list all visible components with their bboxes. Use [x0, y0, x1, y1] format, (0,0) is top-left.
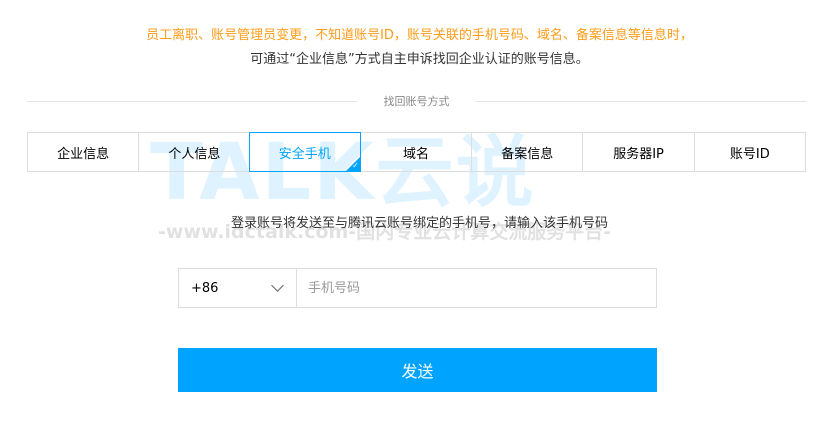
recovery-method-tabs: 企业信息 个人信息 安全手机 ✓ 域名 备案信息 服务器IP 账号ID: [27, 132, 806, 172]
tab-server-ip[interactable]: 服务器IP: [582, 133, 693, 171]
notice-info: 可通过“企业信息”方式自主申诉找回企业认证的账号信息。: [250, 52, 589, 67]
notice-warning: 员工离职、账号管理员变更，不知道账号ID，账号关联的手机号码、域名、备案信息等信…: [146, 28, 693, 43]
chevron-down-icon: [271, 279, 284, 292]
tab-security-phone-label: 安全手机: [278, 146, 331, 162]
tab-filing-info[interactable]: 备案信息: [471, 133, 582, 171]
tab-personal-info[interactable]: 个人信息: [138, 133, 249, 171]
tab-domain[interactable]: 域名: [359, 133, 471, 171]
tab-enterprise-info[interactable]: 企业信息: [28, 133, 138, 171]
country-code-select[interactable]: +86: [179, 269, 297, 307]
checkmark-icon: ✓: [352, 161, 359, 170]
phone-input-group: +86: [178, 268, 657, 308]
send-button[interactable]: 发送: [178, 348, 657, 392]
divider-label: 找回账号方式: [383, 95, 450, 108]
section-divider: 找回账号方式: [27, 92, 806, 112]
instruction-text: 登录账号将发送至与腾讯云账号绑定的手机号，请输入该手机号码: [230, 216, 608, 231]
phone-number-input[interactable]: [297, 269, 656, 307]
tab-security-phone[interactable]: 安全手机 ✓: [248, 132, 361, 172]
country-code-value: +86: [191, 280, 219, 296]
tab-account-id[interactable]: 账号ID: [693, 133, 805, 171]
divider-line-right: [476, 101, 806, 102]
